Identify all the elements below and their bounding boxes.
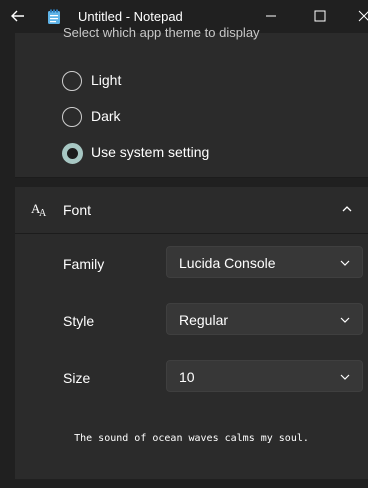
font-size-value: 10	[179, 369, 195, 385]
font-size-dropdown[interactable]: 10	[166, 360, 363, 392]
theme-option-label: Dark	[91, 108, 121, 124]
chevron-down-icon	[340, 317, 350, 323]
theme-option-label: Use system setting	[91, 144, 210, 160]
back-arrow-icon[interactable]	[8, 6, 28, 26]
radio-system-selected[interactable]	[62, 143, 83, 164]
size-label: Size	[63, 370, 91, 386]
font-section-title: Font	[63, 202, 92, 218]
chevron-down-icon	[340, 374, 350, 380]
font-family-dropdown[interactable]: Lucida Console	[166, 246, 363, 278]
theme-option-label: Light	[91, 72, 122, 88]
svg-text:A: A	[39, 208, 47, 217]
notepad-icon	[48, 9, 60, 24]
font-style-dropdown[interactable]: Regular	[166, 303, 363, 335]
chevron-down-icon	[340, 260, 350, 266]
font-size-icon: A A	[31, 201, 49, 220]
radio-light[interactable]	[62, 71, 82, 91]
font-style-value: Regular	[179, 312, 229, 328]
font-section-header[interactable]: A A Font	[15, 187, 368, 234]
font-family-value: Lucida Console	[179, 255, 276, 271]
font-settings-body: Family Lucida Console Style Regular Size…	[15, 234, 368, 479]
window-title: Untitled - Notepad	[78, 9, 183, 24]
family-label: Family	[63, 256, 105, 272]
radio-dark[interactable]	[62, 107, 82, 127]
maximize-icon[interactable]	[312, 8, 328, 24]
close-icon[interactable]	[356, 8, 368, 24]
app-theme-panel: Select which app theme to display Light …	[15, 25, 368, 178]
font-preview-text: The sound of ocean waves calms my soul.	[74, 433, 309, 444]
style-label: Style	[63, 313, 95, 329]
theme-description: Select which app theme to display	[63, 25, 260, 40]
chevron-up-icon[interactable]	[341, 204, 353, 214]
minimize-icon[interactable]	[263, 8, 279, 24]
